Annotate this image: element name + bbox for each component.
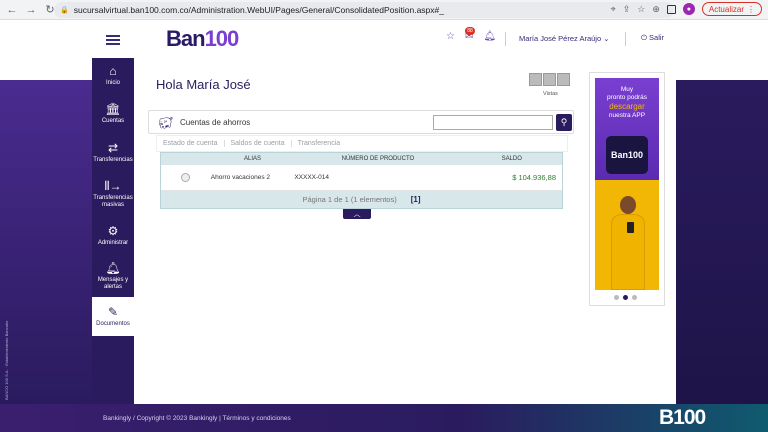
bell-icon[interactable]: 🔔︎: [483, 31, 496, 42]
user-menu[interactable]: María José Pérez Araújo ⌄: [519, 34, 610, 43]
site-header: Ban100 ☆ ✉ 🔔︎ 88 María José Pérez Araújo…: [0, 20, 768, 58]
sidebar-item-administrar[interactable]: ⚙ Administrar: [92, 216, 134, 255]
update-button[interactable]: Actualizar ⋮: [701, 2, 762, 16]
accounts-table: ALIAS NÚMERO DE PRODUCTO SALDO Ahorro va…: [160, 152, 563, 209]
tab-transferencia[interactable]: Transferencia: [292, 140, 347, 147]
divider: [625, 32, 626, 46]
profile-avatar[interactable]: ●: [682, 3, 695, 15]
star-icon[interactable]: ☆: [446, 31, 455, 42]
carousel-dot-active[interactable]: [623, 295, 628, 300]
star-icon[interactable]: ☆: [637, 4, 645, 15]
legal-vertical-text: BANCO 100 S.A. · Establecimiento Bancari…: [4, 320, 9, 400]
pagination-text: Página 1 de 1 (1 elementos): [302, 195, 397, 204]
menu-icon[interactable]: [106, 35, 120, 45]
carousel-dots: [614, 295, 637, 300]
promo-text: Muy pronto podrás descargar nuestra APP: [606, 86, 648, 120]
sidebar-item-documentos[interactable]: ✎ Documentos: [92, 297, 134, 336]
transfer-icon: ⇄: [107, 140, 119, 155]
share-icon[interactable]: ⇪: [623, 4, 631, 15]
page-title: Hola María José: [156, 77, 251, 92]
gear-icon: ⚙: [107, 223, 119, 238]
lock-icon: 🔒: [60, 7, 69, 14]
logout-button[interactable]: ⏻ Salir: [641, 33, 664, 43]
bank-icon: 🏛︎: [105, 101, 121, 116]
sidebar-item-transferencias-masivas[interactable]: ⫴→ Transferencias masivas: [92, 172, 134, 216]
sidebar-item-inicio[interactable]: ⌂ Inicio: [92, 58, 134, 94]
back-icon[interactable]: ←: [5, 3, 19, 17]
app-logo: Ban100: [606, 136, 648, 174]
divider: [505, 32, 506, 46]
column-header-product: NÚMERO DE PRODUCTO: [341, 156, 415, 162]
page-link[interactable]: [1]: [411, 195, 421, 204]
tab-saldos-de-cuenta[interactable]: Saldos de cuenta: [225, 140, 292, 147]
sidebar-item-cuentas[interactable]: 🏛︎ Cuentas: [92, 94, 134, 133]
url-text: sucursalvirtual.ban100.com.co/Administra…: [73, 5, 444, 15]
column-header-alias: ALIAS: [244, 156, 262, 162]
bulk-transfer-icon: ⫴→: [104, 178, 122, 193]
sidebar-item-mensajes[interactable]: 🔔︎ Mensajes y alertas: [92, 255, 134, 297]
more-icon: ⋮: [747, 4, 755, 14]
cell-alias: Ahorro vacaciones 2: [210, 174, 271, 181]
browser-toolbar: ← → ↻ 🔒 sucursalvirtual.ban100.com.co/Ad…: [0, 0, 768, 20]
extensions-icon[interactable]: ⊕: [652, 4, 660, 15]
chevron-down-icon: ⌄: [603, 34, 610, 43]
tab-estado-de-cuenta[interactable]: Estado de cuenta: [157, 140, 225, 147]
search-icon: ⚲: [560, 117, 568, 127]
view-option-1[interactable]: [529, 73, 542, 86]
piggy-bank-icon: 🐖︎: [158, 116, 174, 130]
table-pagination: Página 1 de 1 (1 elementos) [1]: [161, 191, 562, 208]
promo-image: Muy pronto podrás descargar nuestra APP …: [595, 78, 659, 290]
sidebar-toggle-icon[interactable]: [666, 4, 676, 14]
sidebar-item-transferencias[interactable]: ⇄ Transferencias: [92, 133, 134, 172]
power-icon: ⏻: [641, 33, 647, 42]
carousel-dot[interactable]: [614, 295, 619, 300]
person-illustration: [611, 196, 645, 290]
view-option-2[interactable]: [543, 73, 556, 86]
cell-balance: $ 104.936,88: [512, 173, 556, 182]
table-row[interactable]: Ahorro vacaciones 2 XXXXX-014 $ 104.936,…: [161, 165, 562, 191]
address-bar[interactable]: 🔒 sucursalvirtual.ban100.com.co/Administ…: [54, 2, 674, 18]
section-title: Cuentas de ahorros: [180, 118, 251, 127]
footer-copyright[interactable]: Bankingly / Copyright © 2023 Bankingly |…: [103, 415, 291, 422]
logo[interactable]: Ban100: [166, 26, 239, 52]
search-input[interactable]: [433, 115, 553, 130]
home-icon: ⌂: [109, 64, 117, 79]
table-header: ALIAS NÚMERO DE PRODUCTO SALDO: [161, 153, 562, 165]
view-option-3[interactable]: [557, 73, 570, 86]
action-tabs: Estado de cuenta Saldos de cuenta Transf…: [156, 135, 568, 152]
collapse-button[interactable]: ︿: [343, 209, 371, 219]
carousel-dot[interactable]: [632, 295, 637, 300]
view-switcher: [529, 73, 570, 86]
footer: Bankingly / Copyright © 2023 Bankingly |…: [0, 404, 768, 432]
views-label: Vistas: [543, 91, 558, 97]
location-icon[interactable]: ⌖: [611, 4, 616, 15]
document-edit-icon: ✎: [107, 304, 119, 319]
chevron-up-icon: ︿: [353, 211, 361, 218]
cell-product-number: XXXXX-014: [294, 174, 330, 181]
footer-logo: B100: [659, 406, 706, 429]
account-section-header: 🐖︎ Cuentas de ahorros ⚲: [148, 110, 574, 134]
column-header-balance: SALDO: [501, 156, 522, 162]
promo-banner[interactable]: Muy pronto podrás descargar nuestra APP …: [589, 72, 665, 306]
forward-icon[interactable]: →: [24, 3, 38, 17]
search-button[interactable]: ⚲: [556, 114, 572, 131]
notification-badge: 88: [465, 27, 475, 35]
right-background: [676, 80, 768, 404]
row-select-radio[interactable]: [181, 173, 191, 182]
bell-icon: 🔔︎: [105, 260, 121, 275]
left-background: [0, 80, 92, 404]
sidebar: ⌂ Inicio 🏛︎ Cuentas ⇄ Transferencias ⫴→ …: [92, 58, 134, 404]
